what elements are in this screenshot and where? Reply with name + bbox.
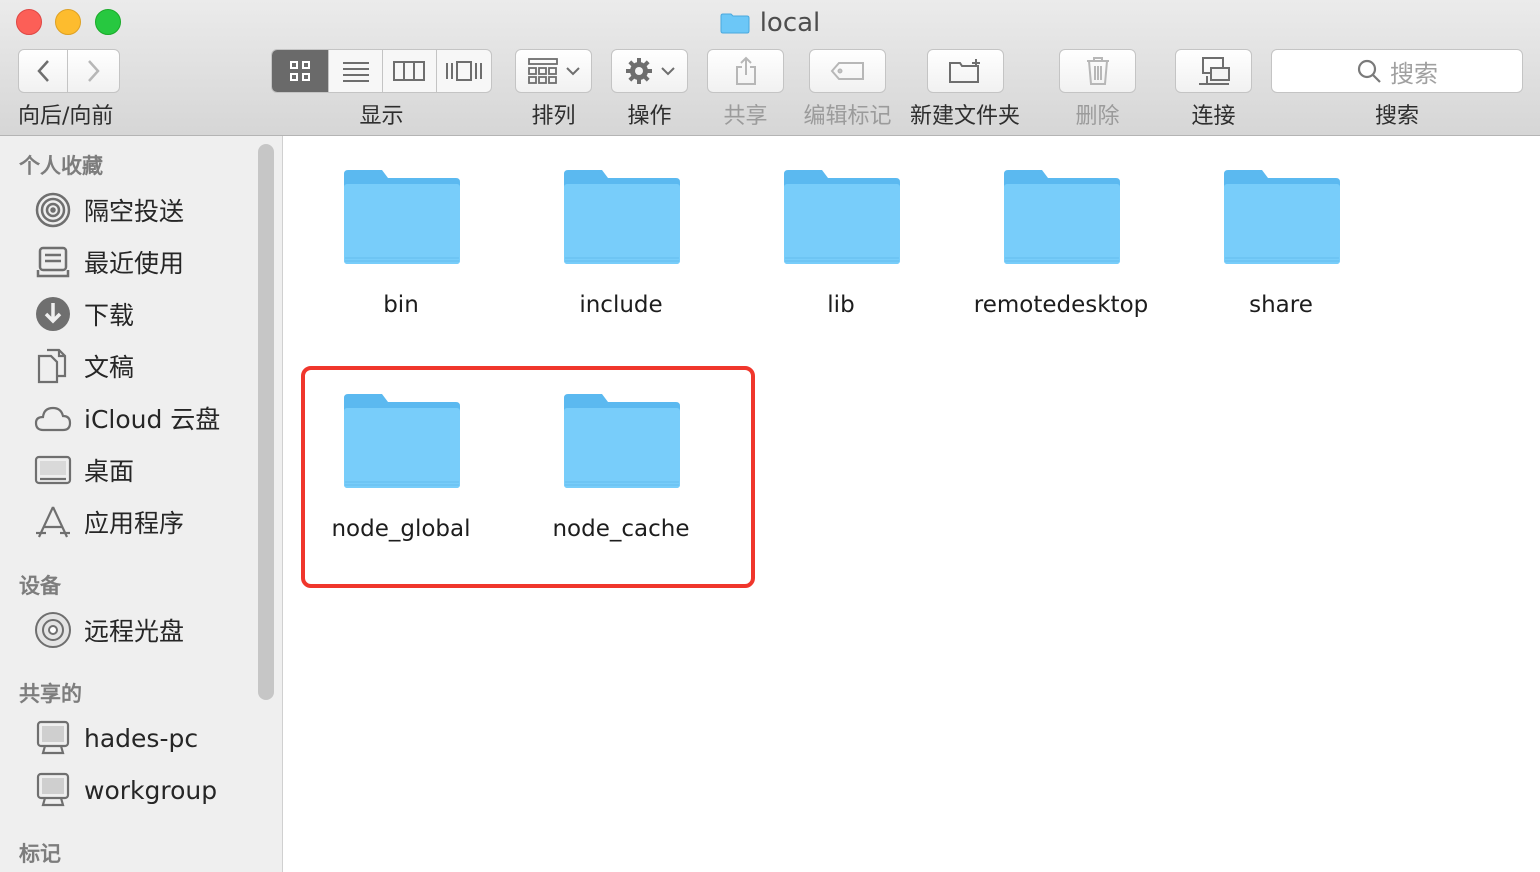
folder-item[interactable]: share [1171,168,1391,368]
sidebar-item-label: 文稿 [84,353,135,382]
sidebar-item-hades-pc[interactable]: hades-pc [34,718,198,758]
devices-heading: 设备 [19,574,61,598]
applications-icon [34,503,72,541]
icon-view-button[interactable] [272,50,330,92]
arrange-button[interactable] [515,49,592,93]
sidebar-item-documents[interactable]: 文稿 [34,346,134,386]
folder-item[interactable]: bin [291,168,511,368]
delete-button[interactable] [1059,49,1136,93]
arrange-grid-icon [527,58,558,84]
back-button[interactable] [18,49,68,93]
sidebar-item-remote-disc[interactable]: 远程光盘 [34,610,184,650]
downloads-icon [34,295,72,333]
folder-name: bin [383,292,419,318]
documents-icon [34,347,72,385]
connect-label: 连接 [1191,104,1236,129]
window-title: local [0,6,1540,40]
columns-icon [393,61,426,81]
sidebar-item-icloud[interactable]: iCloud 云盘 [34,398,220,438]
sidebar-item-label: hades-pc [84,723,199,753]
folder-item[interactable]: include [511,168,731,368]
search-icon [1357,59,1381,83]
edit-tags-label: 编辑标记 [803,104,892,129]
sidebar-item-label: iCloud 云盘 [84,405,221,434]
view-mode-control[interactable] [271,49,492,93]
sidebar-scrollbar[interactable] [258,144,274,700]
search-placeholder: 搜索 [1390,59,1438,88]
list-view-button[interactable] [329,50,383,92]
folder-name: remotedesktop [973,292,1149,318]
chevron-right-icon [87,60,100,82]
action-button[interactable] [611,49,688,93]
highlight-box [301,366,755,588]
sidebar-item-applications[interactable]: 应用程序 [34,502,184,542]
new-folder-icon [948,59,980,83]
gallery-view-button[interactable] [437,50,491,92]
share-label: 共享 [723,104,768,129]
chevron-down-icon [565,67,580,76]
titlebar: local 向后/向前 显示 排列 操作 共享 编辑标记 新建文件夹 删除 连接… [0,0,1540,136]
folder-name: share [1249,292,1313,318]
search-label: 搜索 [1374,104,1419,129]
tag-icon [830,62,864,80]
folder-icon [784,170,900,264]
tags-heading: 标记 [19,842,61,866]
nav-label: 向后/向前 [18,104,114,129]
delete-label: 删除 [1075,104,1120,129]
airdrop-icon [34,191,72,229]
arrange-label: 排列 [531,104,576,129]
folder-icon [1004,170,1120,264]
file-browser: bin include lib remotedesktop share node… [284,136,1540,872]
cover-flow-icon [445,61,482,81]
shared-heading: 共享的 [19,682,82,706]
icloud-icon [34,399,72,437]
forward-button[interactable] [67,49,120,93]
folder-icon [1224,170,1340,264]
grid-icon [290,61,311,81]
sidebar-item-workgroup[interactable]: workgroup [34,770,217,810]
folder-name: lib [827,292,855,318]
folder-item[interactable]: remotedesktop [951,168,1171,368]
sidebar-item-downloads[interactable]: 下载 [34,294,134,334]
chevron-left-icon [37,60,49,82]
share-button[interactable] [707,49,784,93]
sidebar-item-airdrop[interactable]: 隔空投送 [34,190,184,230]
folder-icon [720,12,750,34]
new-folder-button[interactable] [927,49,1004,93]
search-input[interactable]: 搜索 [1271,49,1523,93]
connect-button[interactable] [1175,49,1252,93]
column-view-button[interactable] [383,50,437,92]
sidebar-item-label: 下载 [84,301,135,330]
sidebar-item-recents[interactable]: 最近使用 [34,242,184,282]
desktop-icon [34,451,72,489]
folder-icon [564,170,680,264]
share-icon [735,56,756,85]
sidebar-item-label: 最近使用 [84,249,185,278]
connect-server-icon [1198,57,1230,85]
sidebar-item-label: 隔空投送 [84,197,185,226]
computer-icon [34,719,72,757]
disc-icon [34,611,72,649]
gear-icon [625,58,652,84]
chevron-down-icon [660,67,675,76]
sidebar-item-label: 桌面 [84,457,135,486]
sidebar-item-label: 应用程序 [84,509,185,538]
trash-icon [1086,57,1109,85]
sidebar-item-label: 远程光盘 [84,617,185,646]
sidebar-item-desktop[interactable]: 桌面 [34,450,134,490]
action-label: 操作 [627,104,672,129]
view-label: 显示 [359,104,404,129]
folder-item[interactable]: lib [731,168,951,368]
edit-tags-button[interactable] [809,49,886,93]
new-folder-label: 新建文件夹 [909,104,1020,129]
computer-icon [34,771,72,809]
sidebar: 个人收藏 隔空投送 最近使用 下载 文稿 iCloud 云盘 桌面 应用程序 设… [0,136,283,872]
window-title-text: local [759,8,821,38]
folder-name: include [579,292,663,318]
sidebar-item-label: workgroup [84,775,218,805]
list-icon [342,62,369,82]
folder-icon [344,170,460,264]
recents-icon [34,243,72,281]
favorites-heading: 个人收藏 [19,154,103,178]
